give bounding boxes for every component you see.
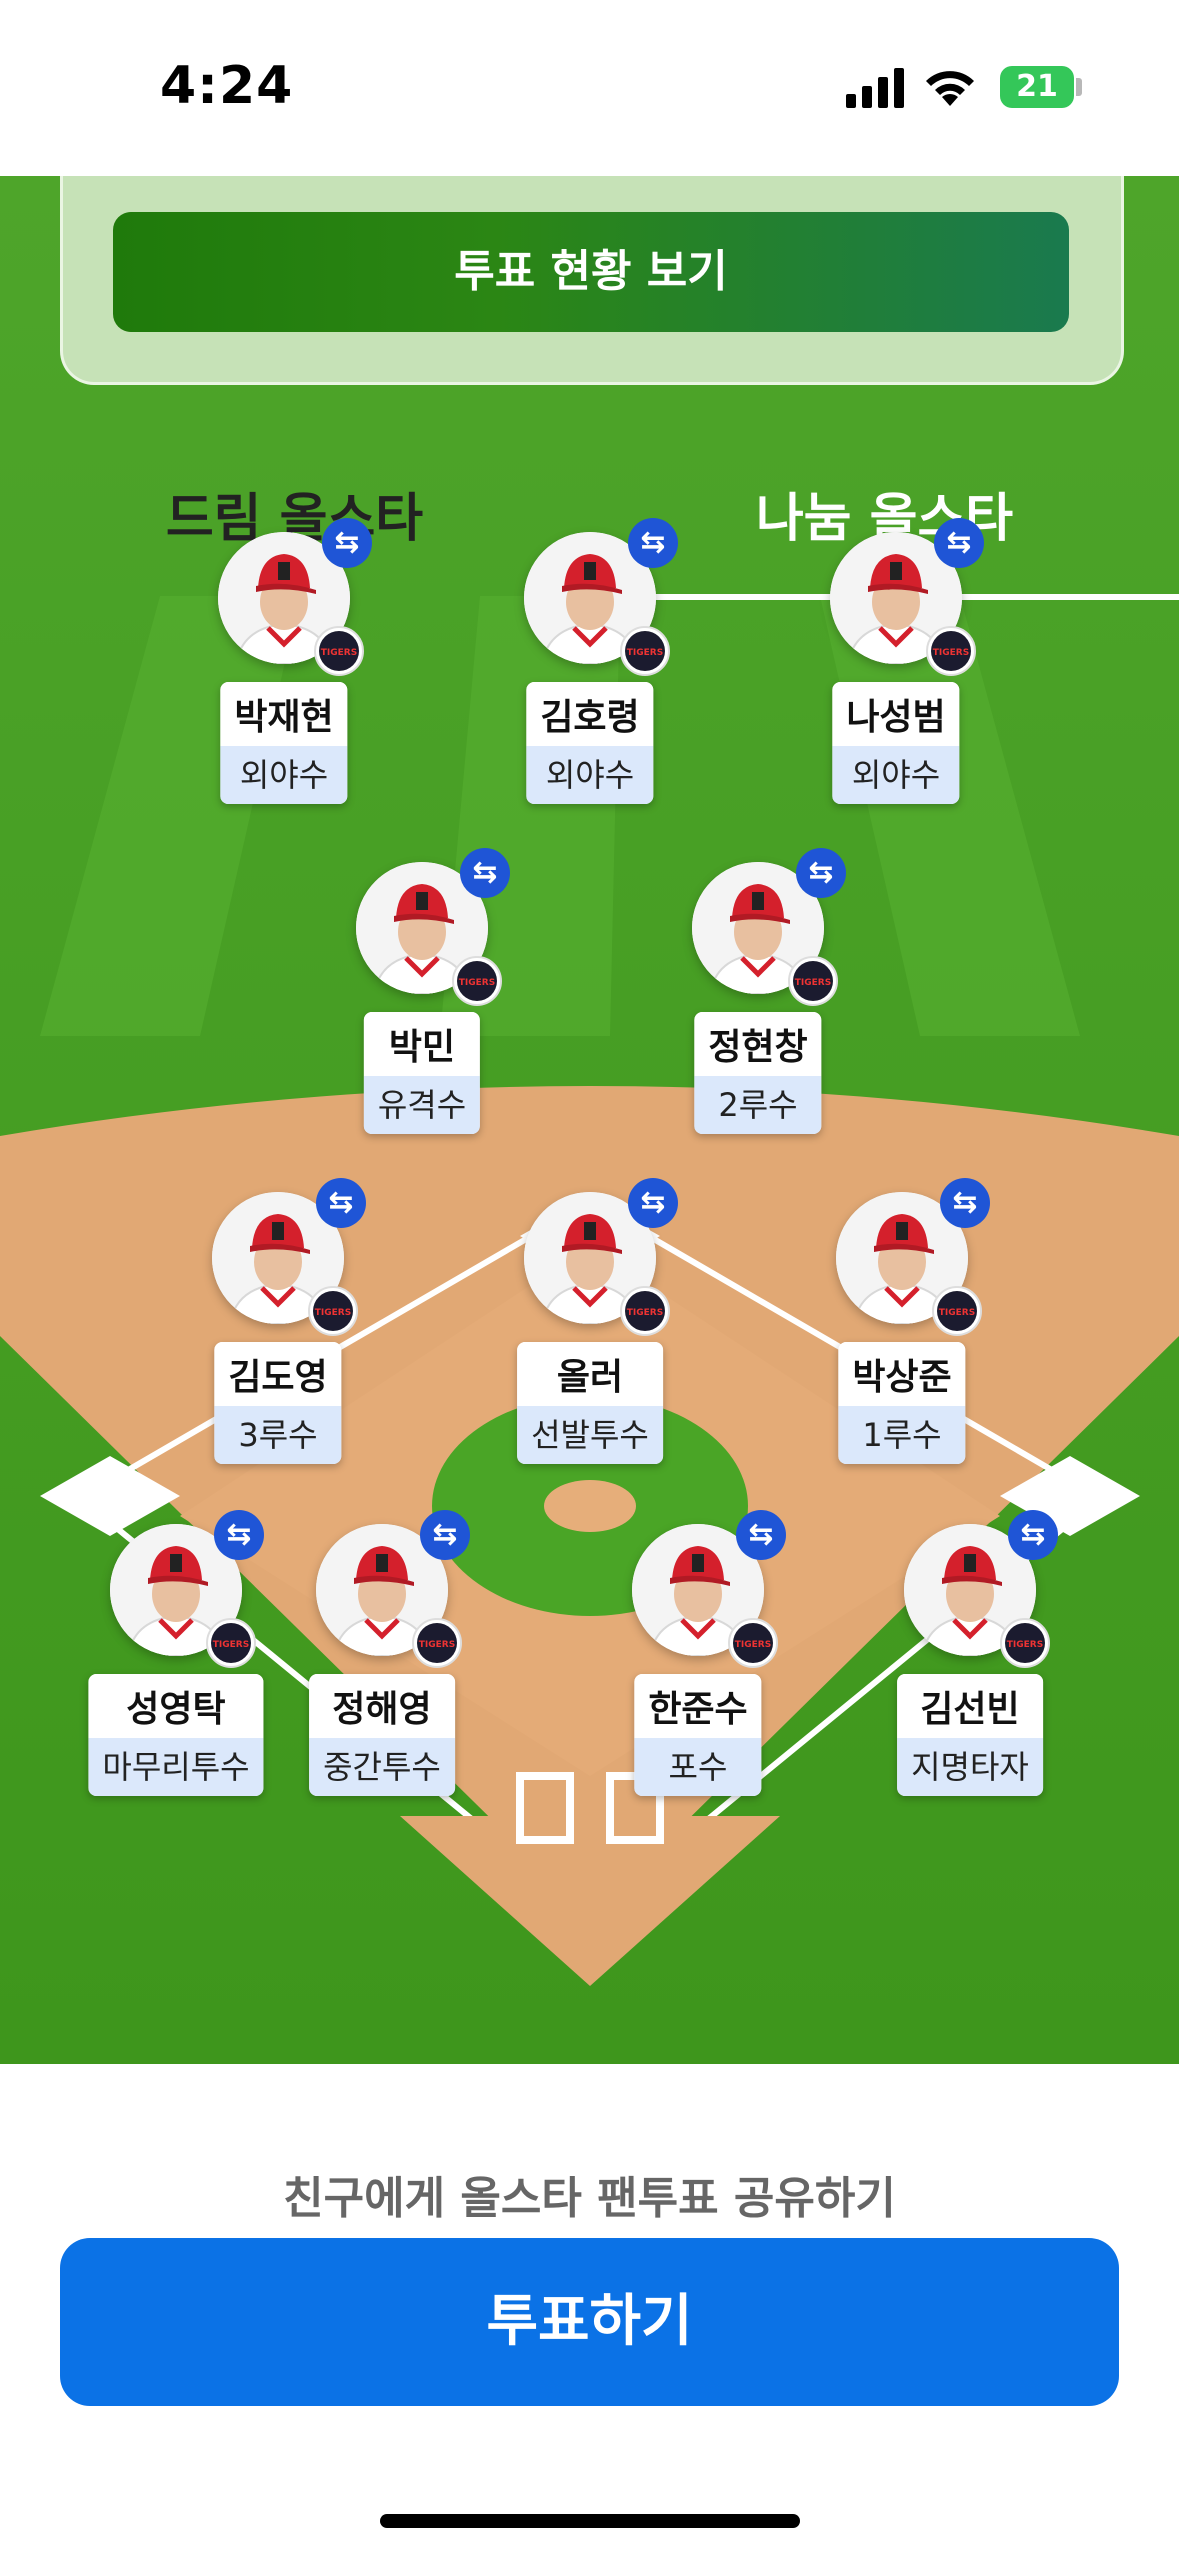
player-name: 박재현 bbox=[220, 682, 348, 746]
team-logo-text: TIGERS bbox=[1007, 1640, 1043, 1650]
player-nameplate: 박상준 1루수 bbox=[838, 1342, 966, 1464]
player-name: 김선빈 bbox=[897, 1674, 1043, 1738]
team-logo-icon: TIGERS bbox=[314, 626, 364, 676]
player-nameplate: 나성범 외야수 bbox=[832, 682, 960, 804]
vote-button[interactable]: 투표하기 bbox=[60, 2238, 1119, 2406]
team-logo-text: TIGERS bbox=[315, 1308, 351, 1318]
team-logo-icon: TIGERS bbox=[620, 1286, 670, 1336]
cellular-signal-icon bbox=[846, 68, 904, 108]
player-nameplate: 박재현 외야수 bbox=[220, 682, 348, 804]
player-position: 외야수 bbox=[220, 746, 348, 804]
status-bar: 4:24 21 bbox=[0, 0, 1179, 176]
player-nameplate: 정해영 중간투수 bbox=[309, 1674, 455, 1796]
team-logo-icon: TIGERS bbox=[932, 1286, 982, 1336]
team-logo-icon: TIGERS bbox=[452, 956, 502, 1006]
swap-player-icon[interactable]: ⇆ bbox=[322, 518, 372, 568]
player-nameplate: 김호령 외야수 bbox=[526, 682, 654, 804]
clock: 4:24 bbox=[160, 56, 294, 116]
player-nameplate: 정현창 2루수 bbox=[694, 1012, 822, 1134]
player-nameplate: 김도영 3루수 bbox=[214, 1342, 342, 1464]
team-logo-text: TIGERS bbox=[419, 1640, 455, 1650]
player-lineup: ⇆ TIGERS 박재현 외야수 ⇆ TIGERS 김호령 외야수 ⇆ TIGERS 나성범 외야수 ⇆… bbox=[0, 176, 1179, 2064]
player-position: 중간투수 bbox=[309, 1738, 455, 1796]
player-position: 1루수 bbox=[838, 1406, 966, 1464]
player-nameplate: 한준수 포수 bbox=[634, 1674, 762, 1796]
player-position: 2루수 bbox=[694, 1076, 822, 1134]
player-name: 김도영 bbox=[214, 1342, 342, 1406]
team-logo-text: TIGERS bbox=[933, 648, 969, 658]
player-name: 정현창 bbox=[694, 1012, 822, 1076]
player-position: 선발투수 bbox=[517, 1406, 663, 1464]
swap-player-icon[interactable]: ⇆ bbox=[214, 1510, 264, 1560]
view-vote-status-button[interactable]: 투표 현황 보기 bbox=[113, 212, 1069, 332]
player-name: 나성범 bbox=[832, 682, 960, 746]
swap-player-icon[interactable]: ⇆ bbox=[628, 518, 678, 568]
home-indicator bbox=[380, 2514, 800, 2528]
swap-player-icon[interactable]: ⇆ bbox=[736, 1510, 786, 1560]
player-name: 올러 bbox=[517, 1342, 663, 1406]
player-name: 김호령 bbox=[526, 682, 654, 746]
team-logo-text: TIGERS bbox=[795, 978, 831, 988]
team-logo-text: TIGERS bbox=[939, 1308, 975, 1318]
player-name: 한준수 bbox=[634, 1674, 762, 1738]
team-logo-text: TIGERS bbox=[459, 978, 495, 988]
swap-player-icon[interactable]: ⇆ bbox=[420, 1510, 470, 1560]
player-name: 박상준 bbox=[838, 1342, 966, 1406]
swap-player-icon[interactable]: ⇆ bbox=[934, 518, 984, 568]
player-nameplate: 성영탁 마무리투수 bbox=[88, 1674, 264, 1796]
player-name: 정해영 bbox=[309, 1674, 455, 1738]
player-position: 유격수 bbox=[363, 1076, 481, 1134]
team-logo-icon: TIGERS bbox=[620, 626, 670, 676]
player-position: 지명타자 bbox=[897, 1738, 1043, 1796]
team-logo-icon: TIGERS bbox=[412, 1618, 462, 1668]
team-logo-icon: TIGERS bbox=[308, 1286, 358, 1336]
player-nameplate: 올러 선발투수 bbox=[517, 1342, 663, 1464]
team-logo-text: TIGERS bbox=[321, 648, 357, 658]
team-logo-icon: TIGERS bbox=[206, 1618, 256, 1668]
team-logo-icon: TIGERS bbox=[926, 626, 976, 676]
swap-player-icon[interactable]: ⇆ bbox=[316, 1178, 366, 1228]
battery-tip bbox=[1076, 78, 1082, 96]
player-position: 포수 bbox=[634, 1738, 762, 1796]
swap-player-icon[interactable]: ⇆ bbox=[460, 848, 510, 898]
team-logo-icon: TIGERS bbox=[1000, 1618, 1050, 1668]
swap-player-icon[interactable]: ⇆ bbox=[940, 1178, 990, 1228]
swap-player-icon[interactable]: ⇆ bbox=[1008, 1510, 1058, 1560]
player-name: 성영탁 bbox=[88, 1674, 264, 1738]
player-nameplate: 박민 유격수 bbox=[363, 1012, 481, 1134]
team-logo-text: TIGERS bbox=[213, 1640, 249, 1650]
wifi-icon bbox=[926, 71, 974, 106]
player-nameplate: 김선빈 지명타자 bbox=[897, 1674, 1043, 1796]
team-logo-text: TIGERS bbox=[627, 648, 663, 658]
team-logo-text: TIGERS bbox=[627, 1308, 663, 1318]
player-name: 박민 bbox=[363, 1012, 481, 1076]
player-position: 3루수 bbox=[214, 1406, 342, 1464]
swap-player-icon[interactable]: ⇆ bbox=[796, 848, 846, 898]
swap-player-icon[interactable]: ⇆ bbox=[628, 1178, 678, 1228]
battery-icon: 21 bbox=[1000, 66, 1074, 108]
all-star-field: 투표 현황 보기 드림 올스타 나눔 올스타 ⇆ TIGERS 박재현 외야수 ⇆ TIG… bbox=[0, 176, 1179, 2064]
team-logo-text: TIGERS bbox=[735, 1640, 771, 1650]
vote-status-card: 투표 현황 보기 bbox=[60, 176, 1124, 385]
share-with-friends-link[interactable]: 친구에게 올스타 팬투표 공유하기 bbox=[0, 2162, 1179, 2226]
team-logo-icon: TIGERS bbox=[728, 1618, 778, 1668]
player-position: 마무리투수 bbox=[88, 1738, 264, 1796]
player-position: 외야수 bbox=[526, 746, 654, 804]
player-position: 외야수 bbox=[832, 746, 960, 804]
team-logo-icon: TIGERS bbox=[788, 956, 838, 1006]
